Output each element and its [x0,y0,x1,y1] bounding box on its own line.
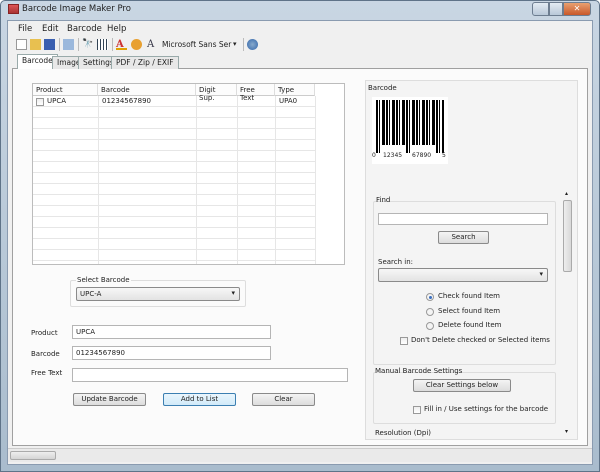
open-icon[interactable] [30,39,41,50]
cell-barcode: 01234567890 [102,97,151,105]
barcode-icon[interactable] [97,39,108,50]
separator [78,38,79,51]
free-text-input[interactable] [72,368,348,382]
barcode-digits: 67890 [412,152,432,159]
row-checkbox[interactable] [36,98,44,106]
search-button[interactable]: Search [438,231,489,244]
copy-icon[interactable] [63,39,74,50]
minimize-button[interactable] [532,2,549,16]
barcode-digit: 5 [442,152,446,159]
menu-barcode[interactable]: Barcode [67,24,102,34]
manual-settings-label: Manual Barcode Settings [375,367,463,375]
close-button[interactable]: ✕ [563,2,591,16]
window-title: Barcode Image Maker Pro [22,4,131,14]
select-barcode-label: Select Barcode [76,276,131,284]
update-barcode-button[interactable]: Update Barcode [73,393,146,406]
radio-select-found[interactable] [426,308,434,316]
horizontal-scrollbar[interactable] [8,448,592,462]
dont-delete-label[interactable]: Don't Delete checked or Selected items [411,336,550,344]
app-icon [8,4,19,14]
menu-file[interactable]: File [18,24,32,34]
barcode-type-select[interactable]: UPC-A ▾ [76,287,240,301]
search-in-select[interactable]: ▾ [378,268,548,282]
scrollbar-thumb[interactable] [10,451,56,460]
find-icon[interactable]: 🔭 [82,39,93,50]
barcode-digit: 0 [372,152,376,159]
chevron-down-icon[interactable]: ▾ [233,40,237,48]
product-label: Product [31,329,58,337]
column-header-barcode[interactable]: Barcode [98,84,196,96]
save-icon[interactable] [44,39,55,50]
separator [112,38,113,51]
add-to-list-button[interactable]: Add to List [163,393,236,406]
maximize-button[interactable] [549,2,563,16]
separator [59,38,60,51]
column-header-product[interactable]: Product [33,84,98,96]
scrollbar-thumb[interactable] [563,200,572,272]
font-color-icon[interactable]: A [116,39,127,50]
barcode-type-value: UPC-A [80,290,102,298]
clear-settings-button[interactable]: Clear Settings below [413,379,511,392]
chevron-down-icon: ▾ [231,289,235,297]
find-label: Find [376,196,391,204]
find-input[interactable] [378,213,548,225]
cell-product: UPCA [47,97,67,105]
scroll-down-icon[interactable]: ▾ [565,428,568,435]
column-header-type[interactable]: Type [275,84,315,96]
new-icon[interactable] [16,39,27,50]
radio-check-found[interactable] [426,293,434,301]
cell-type: UPA0 [279,97,298,105]
radio-delete-found-label[interactable]: Delete found Item [438,321,501,329]
column-header-digit-sup[interactable]: Digit Sup. [196,84,237,102]
product-input[interactable]: UPCA [72,325,271,339]
menu-help[interactable]: Help [107,24,126,34]
barcode-table[interactable]: Product Barcode Digit Sup. Free Text Typ… [32,83,345,265]
font-name-dropdown[interactable]: Microsoft Sans Ser [162,40,231,49]
dont-delete-checkbox[interactable] [400,337,408,345]
font-icon[interactable]: A [147,39,158,50]
separator [243,38,244,51]
free-text-label: Free Text [31,369,63,377]
color-icon[interactable] [131,39,142,50]
barcode-label: Barcode [31,350,60,358]
radio-select-found-label[interactable]: Select found Item [438,307,500,315]
vertical-scrollbar[interactable]: ▴ ▾ [562,190,573,437]
scroll-up-icon[interactable]: ▴ [565,190,568,197]
fill-in-checkbox[interactable] [413,406,421,414]
help-icon[interactable] [247,39,258,50]
barcode-preview-image: 0 12345 67890 5 [372,97,448,164]
clear-button[interactable]: Clear [252,393,315,406]
menu-edit[interactable]: Edit [42,24,58,34]
resolution-label: Resolution (Dpi) [375,429,432,437]
tab-pdf-zip-exif[interactable]: PDF / Zip / EXIF [111,56,179,69]
barcode-preview-label: Barcode [368,84,397,92]
fill-in-label[interactable]: Fill in / Use settings for the barcode [424,405,548,413]
barcode-digits: 12345 [383,152,403,159]
table-row[interactable]: UPCA 01234567890 UPA0 [33,96,315,107]
radio-delete-found[interactable] [426,322,434,330]
chevron-down-icon: ▾ [539,270,543,278]
radio-check-found-label[interactable]: Check found Item [438,292,500,300]
search-in-label: Search in: [378,258,414,266]
column-header-free-text[interactable]: Free Text [237,84,275,102]
barcode-input[interactable]: 01234567890 [72,346,271,360]
